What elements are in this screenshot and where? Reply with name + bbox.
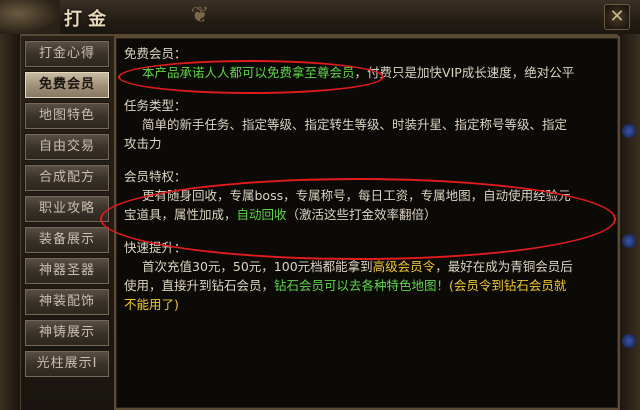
content-text: 免费会员： 本产品承诺人人都可以免费拿至尊会员，付费只是加快VIP成长速度，绝对… [124, 44, 610, 328]
tab-forging[interactable]: 神铸展示 [24, 319, 110, 347]
body-text: 首次充值30元，50元，100元档都能拿到 [142, 259, 373, 274]
highlight-text: 钻石会员可以去各种特色地图！ [274, 278, 450, 293]
highlight-text: 高级会员令 [372, 259, 436, 274]
body-text: ，付费只是加快VIP成长速度，绝对公平 [354, 65, 575, 80]
tab-map-features[interactable]: 地图特色 [24, 102, 110, 130]
section-line: 本产品承诺人人都可以免费拿至尊会员，付费只是加快VIP成长速度，绝对公平 [124, 63, 610, 82]
highlight-text: 本产品承诺人人都可以免费拿至尊会员 [142, 65, 355, 80]
tab-synthesis[interactable]: 合成配方 [24, 164, 110, 192]
title-bar: 打金 ❦ ✕ [0, 0, 640, 36]
tab-light-pillar[interactable]: 光柱展示I [24, 350, 110, 378]
section-line: 首次充值30元，50元，100元档都能拿到高级会员令，最好在成为青铜会员后 [124, 257, 610, 276]
body-text: 使用，直接升到钻石会员， [124, 278, 275, 293]
content-panel: 免费会员： 本产品承诺人人都可以免费拿至尊会员，付费只是加快VIP成长速度，绝对… [114, 36, 620, 410]
ornament-icon: ❦ [190, 3, 210, 28]
game-window: 打金 ❦ ✕ 打金心得 免费会员 地图特色 自由交易 合成配方 职业攻略 装备展… [0, 0, 640, 410]
highlight-text: 自动回收 [236, 207, 287, 222]
window-title: 打金 [64, 9, 112, 30]
gem-icon [622, 124, 636, 138]
section-task-type: 任务类型： 简单的新手任务、指定等级、指定转生等级、时装升星、指定称号等级、指定… [124, 96, 610, 153]
tab-free-trade[interactable]: 自由交易 [24, 133, 110, 161]
body-text: 更有随身回收，专属boss，专属称号，每日工资，专属地图，自动使用经验元 [142, 188, 571, 203]
section-heading: 免费会员： [124, 46, 187, 61]
close-icon[interactable]: ✕ [604, 4, 630, 30]
section-member-privilege: 会员特权： 更有随身回收，专属boss，专属称号，每日工资，专属地图，自动使用经… [124, 167, 610, 224]
section-heading: 会员特权： [124, 169, 187, 184]
right-border [617, 34, 640, 410]
highlight-text: (会员令到钻石会员就 [449, 278, 567, 293]
section-line: 宝道具，属性加成，自动回收（激活这些打金效率翻倍） [124, 205, 610, 224]
section-heading: 任务类型： [124, 98, 187, 113]
left-border [0, 34, 21, 410]
tab-accessories[interactable]: 神装配饰 [24, 288, 110, 316]
gem-icon [622, 334, 636, 348]
body-text: 简单的新手任务、指定等级、指定转生等级、时装升星、指定称号等级、指定 [142, 117, 568, 132]
section-fast-upgrade: 快速提升： 首次充值30元，50元，100元档都能拿到高级会员令，最好在成为青铜… [124, 238, 610, 314]
dragon-emblem-icon [0, 0, 60, 34]
tab-artifacts[interactable]: 神器圣器 [24, 257, 110, 285]
tab-class-guide[interactable]: 职业攻略 [24, 195, 110, 223]
body-text: （激活这些打金效率翻倍） [286, 207, 437, 222]
tab-equipment[interactable]: 装备展示 [24, 226, 110, 254]
section-heading: 快速提升： [124, 240, 187, 255]
body-text: 宝道具，属性加成， [124, 207, 237, 222]
gem-icon [622, 234, 636, 248]
body-text: 攻击力 [124, 136, 162, 151]
tab-free-member[interactable]: 免费会员 [24, 71, 110, 99]
sidebar-tabs: 打金心得 免费会员 地图特色 自由交易 合成配方 职业攻略 装备展示 神器圣器 … [20, 38, 112, 408]
tab-jingyan[interactable]: 打金心得 [24, 40, 110, 68]
body-text: ，最好在成为青铜会员后 [435, 259, 573, 274]
highlight-text: 不能用了) [124, 297, 179, 312]
section-free-member: 免费会员： 本产品承诺人人都可以免费拿至尊会员，付费只是加快VIP成长速度，绝对… [124, 44, 610, 82]
section-line: 使用，直接升到钻石会员，钻石会员可以去各种特色地图！(会员令到钻石会员就 [124, 276, 610, 295]
